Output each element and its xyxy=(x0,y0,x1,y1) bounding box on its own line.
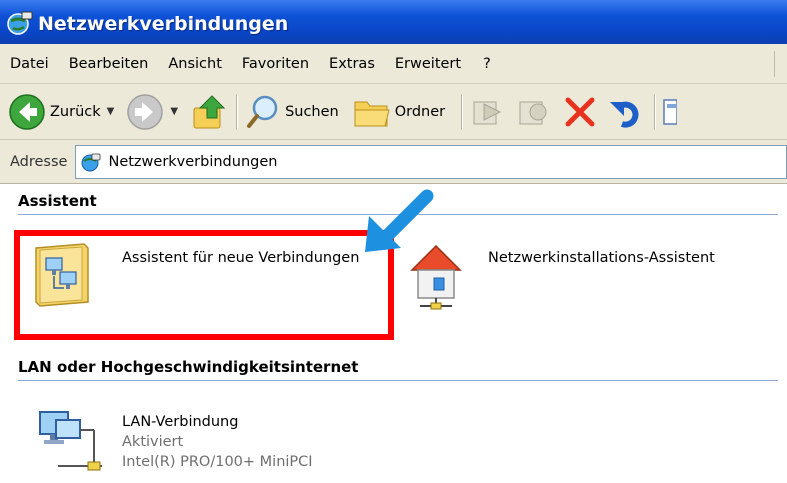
menu-bearbeiten[interactable]: Bearbeiten xyxy=(63,56,155,72)
copy-to-icon xyxy=(519,101,547,124)
folder-up-icon xyxy=(193,94,226,128)
back-label: Zurück xyxy=(50,103,101,120)
folders-button[interactable]: Ordner xyxy=(353,90,445,134)
copy-to-button[interactable] xyxy=(516,90,552,134)
forward-dropdown-icon[interactable]: ▼ xyxy=(170,106,178,117)
network-connections-icon xyxy=(81,153,101,171)
menu-extras[interactable]: Extras xyxy=(323,56,381,72)
group-header-lan: LAN oder Hochgeschwindigkeitsinternet xyxy=(18,358,778,381)
menu-datei[interactable]: Datei xyxy=(4,56,55,72)
back-button[interactable]: Zurück ▼ xyxy=(8,90,114,134)
network-setup-wizard-item[interactable]: Netzwerkinstallations-Assistent xyxy=(400,240,715,312)
search-icon xyxy=(247,95,278,128)
views-icon xyxy=(663,98,678,125)
lan-connection-icon xyxy=(39,411,102,471)
undo-icon xyxy=(610,101,639,128)
menu-favoriten[interactable]: Favoriten xyxy=(236,56,315,72)
lan-connection-status: Aktiviert xyxy=(122,434,184,450)
views-button[interactable] xyxy=(663,90,678,134)
back-arrow-icon xyxy=(9,93,45,130)
network-connections-icon xyxy=(7,11,33,35)
folders-label: Ordner xyxy=(394,103,446,120)
menu-separator xyxy=(774,50,775,77)
lan-connection-item[interactable]: LAN-Verbindung Aktiviert Intel(R) PRO/10… xyxy=(30,400,313,472)
highlight-frame xyxy=(14,230,394,340)
lan-connection-label: LAN-Verbindung xyxy=(122,414,239,430)
network-setup-wizard-label: Netzwerkinstallations-Assistent xyxy=(488,250,715,266)
lan-connection-device: Intel(R) PRO/100+ MiniPCI xyxy=(122,454,313,470)
search-button[interactable]: Suchen xyxy=(245,90,339,134)
window-title: Netzwerkverbindungen xyxy=(38,13,289,35)
toolbar-separator xyxy=(461,93,463,130)
address-bar: Adresse Netzwerkverbindungen xyxy=(0,140,787,184)
folder-icon xyxy=(354,101,390,126)
toolbar-separator xyxy=(236,93,238,130)
undo-button[interactable] xyxy=(608,90,644,134)
delete-button[interactable] xyxy=(562,90,598,134)
address-field[interactable]: Netzwerkverbindungen xyxy=(75,144,787,179)
search-label: Suchen xyxy=(285,103,339,120)
delete-x-icon xyxy=(565,97,595,126)
toolbar-separator xyxy=(654,93,656,130)
pointer-arrow-icon xyxy=(365,189,434,252)
up-folder-button[interactable] xyxy=(192,90,228,134)
forward-button[interactable]: ▼ xyxy=(126,90,178,134)
menu-help[interactable]: ? xyxy=(477,56,497,72)
menu-erweitert[interactable]: Erweitert xyxy=(389,56,467,72)
move-to-icon xyxy=(473,101,502,124)
title-bar: Netzwerkverbindungen xyxy=(0,0,787,44)
menu-bar: Datei Bearbeiten Ansicht Favoriten Extra… xyxy=(0,44,787,84)
address-label: Adresse xyxy=(10,153,68,170)
toolbar: Zurück ▼ ▼ Suchen Ordner xyxy=(0,84,787,140)
move-to-button[interactable] xyxy=(470,90,506,134)
address-value: Netzwerkverbindungen xyxy=(108,153,278,170)
menu-ansicht[interactable]: Ansicht xyxy=(162,56,228,72)
forward-arrow-icon xyxy=(127,93,164,130)
back-dropdown-icon[interactable]: ▼ xyxy=(107,106,115,117)
